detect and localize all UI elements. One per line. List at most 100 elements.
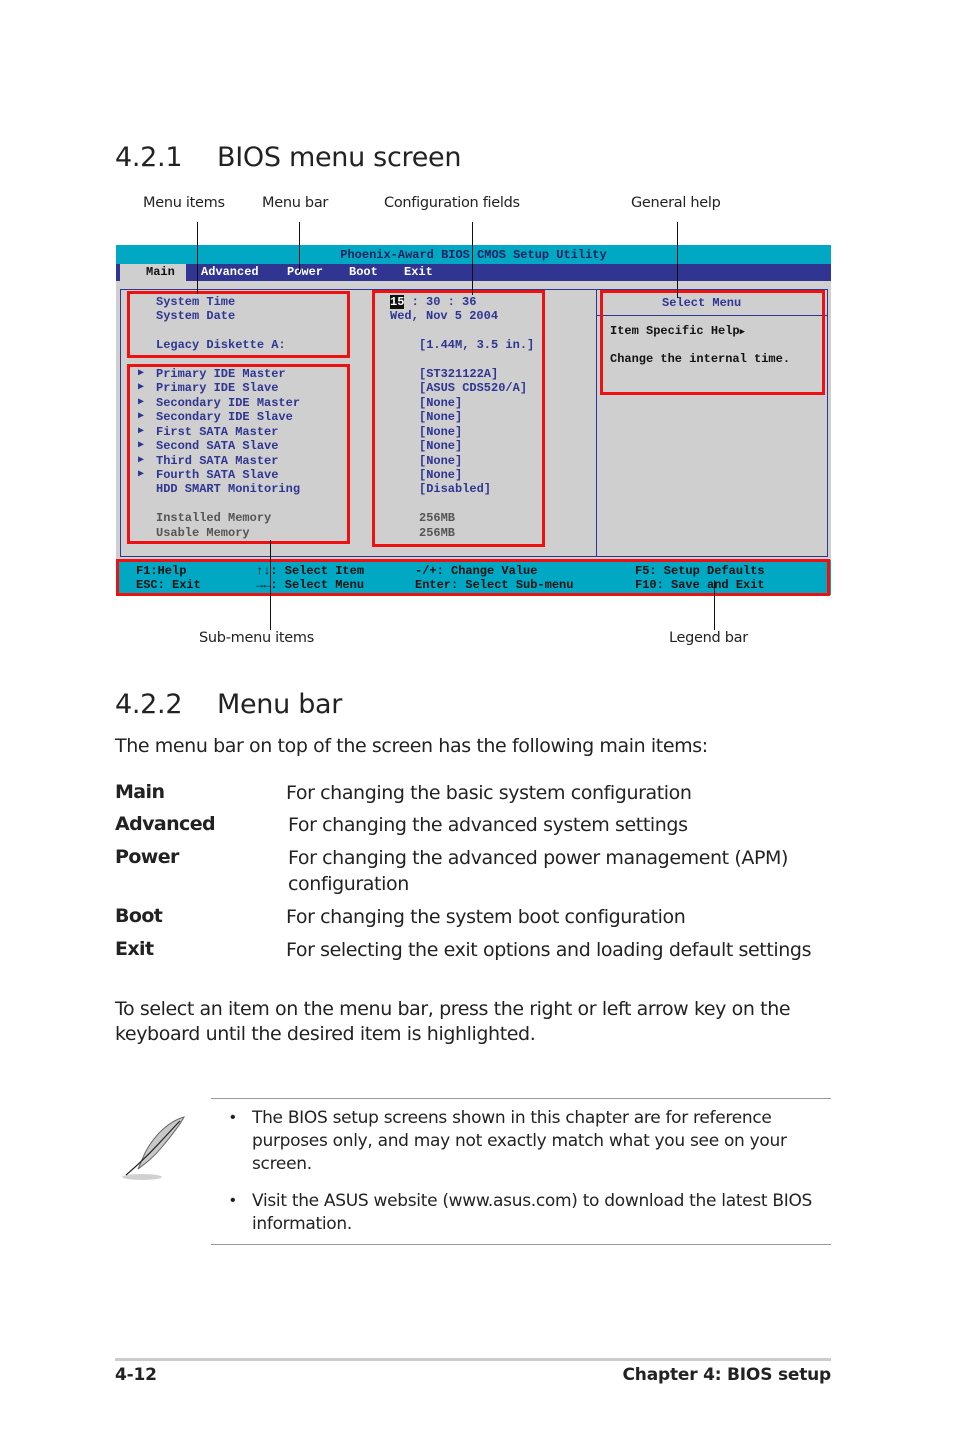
term-power: Power (115, 846, 179, 868)
bios-menu-bar: Main Advanced Power Boot Exit (116, 264, 831, 281)
term-main: Main (115, 781, 165, 803)
menu-item-system-date[interactable]: System Date (156, 309, 235, 323)
desc-advanced: For changing the advanced system setting… (288, 814, 688, 836)
section-heading-bios-menu-screen: 4.2.1 BIOS menu screen (115, 142, 461, 173)
callout-menu-items: Menu items (143, 195, 225, 211)
section-title: BIOS menu screen (217, 142, 462, 173)
submenu-arrow-icon: ▶ (138, 368, 145, 379)
field-system-date[interactable]: Wed, Nov 5 2004 (390, 309, 498, 323)
bullet-icon: • (230, 1192, 236, 1209)
tab-power[interactable]: Power (287, 264, 323, 281)
section-number: 4.2.1 (115, 142, 183, 173)
submenu-arrow-icon: ▶ (138, 440, 145, 451)
note-2-line-1: Visit the ASUS website (www.asus.com) to… (252, 1191, 813, 1211)
legend-bar: F1:Help ESC: Exit ↑↓: Select Item →←: Se… (116, 560, 831, 595)
page-number: 4-12 (115, 1365, 157, 1385)
term-advanced: Advanced (115, 813, 216, 835)
triangle-right-icon: ▶ (739, 327, 746, 337)
legend-select-item-text: : Select Item (270, 564, 365, 578)
tab-exit[interactable]: Exit (404, 264, 433, 281)
submenu-first-sata-master[interactable]: First SATA Master (156, 425, 278, 439)
menu-bar-intro: The menu bar on top of the screen has th… (115, 735, 708, 757)
desc-main: For changing the basic system configurat… (286, 782, 692, 804)
legend-save-exit: F10: Save and Exit (635, 578, 765, 592)
help-item-specific-label: Item Specific Help (610, 324, 740, 338)
field-secondary-ide-master: [None] (419, 396, 463, 410)
submenu-fourth-sata-slave[interactable]: Fourth SATA Slave (156, 468, 278, 482)
legend-select-submenu: Enter: Select Sub-menu (415, 578, 574, 592)
legend-select-item: ↑↓: Select Item (256, 564, 364, 578)
field-first-sata-master: [None] (419, 425, 463, 439)
field-fourth-sata-slave: [None] (419, 468, 463, 482)
field-hdd-smart[interactable]: [Disabled] (419, 482, 491, 496)
submenu-primary-ide-slave[interactable]: Primary IDE Slave (156, 381, 278, 395)
instruction-line-2: keyboard until the desired item is highl… (115, 1023, 536, 1045)
field-time-rest: : 30 : 36 (404, 295, 477, 309)
section-title: Menu bar (217, 689, 343, 720)
tab-advanced[interactable]: Advanced (201, 264, 259, 281)
note-bottom-rule (211, 1244, 831, 1245)
submenu-arrow-icon: ▶ (138, 426, 145, 437)
field-primary-ide-master: [ST321122A] (419, 367, 499, 381)
leader-line-general-help (677, 222, 678, 298)
callout-general-help: General help (631, 195, 721, 211)
submenu-arrow-icon: ▶ (138, 455, 145, 466)
bios-panel-divider (596, 289, 597, 557)
left-right-arrows-icon: →← (256, 578, 271, 592)
legend-change-value: -/+: Change Value (415, 564, 538, 578)
help-title: Select Menu (662, 296, 742, 310)
up-down-arrows-icon: ↑↓ (256, 564, 271, 578)
legend-select-menu: →←: Select Menu (256, 578, 364, 592)
value-installed-memory: 256MB (419, 511, 456, 525)
submenu-arrow-icon: ▶ (138, 469, 145, 480)
note-1-line-2: purposes only, and may not exactly match… (252, 1131, 787, 1151)
note-2-line-2: information. (252, 1214, 352, 1234)
note-1-line-1: The BIOS setup screens shown in this cha… (252, 1108, 772, 1128)
leader-line-menu-items (197, 222, 198, 294)
legend-esc-exit: ESC: Exit (136, 578, 201, 592)
leader-line-configuration-fields (472, 222, 473, 295)
field-hour-highlight[interactable]: 15 (390, 295, 405, 309)
menu-item-system-time[interactable]: System Time (156, 295, 235, 309)
submenu-primary-ide-master[interactable]: Primary IDE Master (156, 367, 286, 381)
field-third-sata-master: [None] (419, 454, 463, 468)
desc-exit: For selecting the exit options and loadi… (286, 939, 812, 961)
bullet-icon: • (230, 1109, 236, 1126)
submenu-arrow-icon: ▶ (138, 382, 145, 393)
tab-main[interactable]: Main (120, 264, 186, 281)
help-title-divider (597, 315, 827, 316)
submenu-second-sata-slave[interactable]: Second SATA Slave (156, 439, 278, 453)
field-system-time[interactable]: 15 : 30 : 36 (390, 295, 476, 309)
desc-power: For changing the advanced power manageme… (288, 847, 789, 869)
leader-line-sub-menu-items (270, 540, 271, 630)
leader-line-legend-bar (714, 580, 715, 630)
instruction-line-1: To select an item on the menu bar, press… (115, 998, 791, 1020)
section-heading-menu-bar: 4.2.2 Menu bar (115, 689, 342, 720)
term-boot: Boot (115, 905, 163, 927)
callout-legend-bar: Legend bar (669, 630, 748, 646)
footer-rule (115, 1358, 831, 1361)
legend-select-menu-text: : Select Menu (270, 578, 365, 592)
value-usable-memory: 256MB (419, 526, 456, 540)
callout-sub-menu-items: Sub-menu items (199, 630, 314, 646)
menu-item-hdd-smart[interactable]: HDD SMART Monitoring (156, 482, 300, 496)
callout-menu-bar: Menu bar (262, 195, 329, 211)
tab-boot[interactable]: Boot (349, 264, 378, 281)
menu-item-legacy-diskette[interactable]: Legacy Diskette A: (156, 338, 286, 352)
legend-f1-help: F1:Help (136, 564, 187, 578)
label-installed-memory: Installed Memory (156, 511, 272, 525)
callout-configuration-fields: Configuration fields (384, 195, 520, 211)
submenu-third-sata-master[interactable]: Third SATA Master (156, 454, 278, 468)
bios-screen: Phoenix-Award BIOS CMOS Setup Utility Ma… (116, 245, 831, 595)
bios-title-bar: Phoenix-Award BIOS CMOS Setup Utility (116, 245, 831, 264)
note-top-rule (211, 1098, 831, 1099)
field-secondary-ide-slave: [None] (419, 410, 463, 424)
desc-boot: For changing the system boot configurati… (286, 906, 686, 928)
chapter-title: Chapter 4: BIOS setup (622, 1365, 832, 1385)
legend-setup-defaults: F5: Setup Defaults (635, 564, 765, 578)
field-legacy-diskette[interactable]: [1.44M, 3.5 in.] (419, 338, 534, 352)
submenu-secondary-ide-slave[interactable]: Secondary IDE Slave (156, 410, 293, 424)
submenu-secondary-ide-master[interactable]: Secondary IDE Master (156, 396, 300, 410)
help-text: Change the internal time. (610, 352, 791, 366)
submenu-arrow-icon: ▶ (138, 397, 145, 408)
